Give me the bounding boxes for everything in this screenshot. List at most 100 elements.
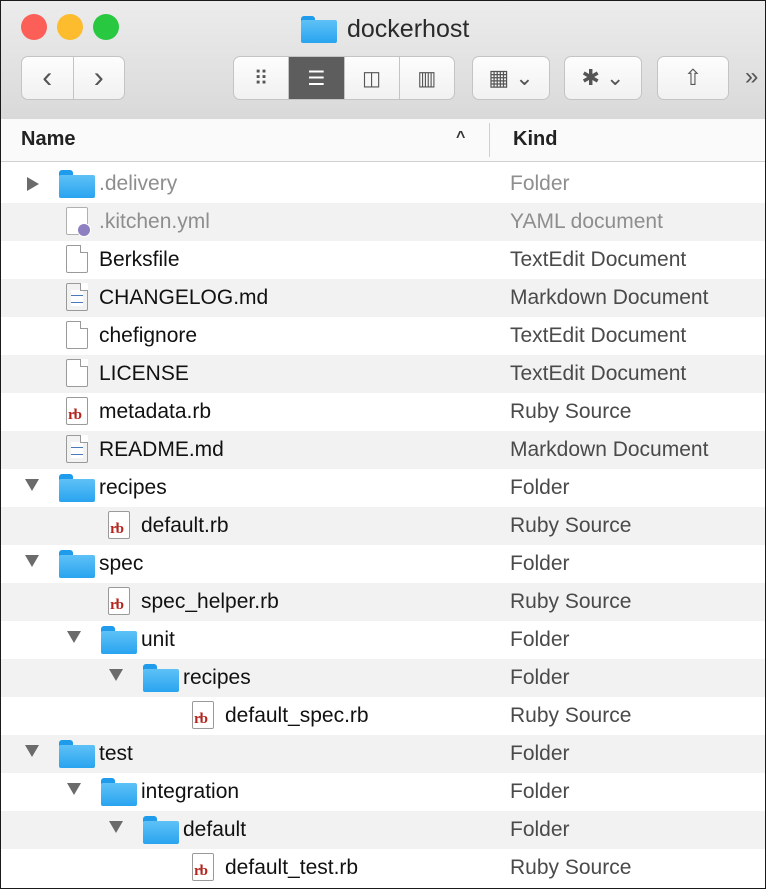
file-kind: Folder: [510, 780, 570, 803]
file-row[interactable]: README.md Markdown Document: [1, 431, 765, 469]
folder-icon: [143, 815, 179, 844]
window-title: dockerhost: [301, 9, 469, 49]
file-kind: TextEdit Document: [510, 324, 687, 347]
file-name: README.md: [99, 438, 224, 461]
file-kind: Ruby Source: [510, 590, 632, 613]
ruby-file-icon: rb: [108, 587, 130, 615]
file-kind: Ruby Source: [510, 704, 632, 727]
double-chevron-right-icon: »: [745, 63, 759, 90]
file-kind: Markdown Document: [510, 438, 709, 461]
column-divider[interactable]: [489, 123, 490, 157]
file-row[interactable]: spec Folder: [1, 545, 765, 583]
file-row[interactable]: .kitchen.yml YAML document: [1, 203, 765, 241]
file-row[interactable]: recipes Folder: [1, 659, 765, 697]
arrange-icon: ▦ ⌄: [488, 65, 534, 90]
file-kind: TextEdit Document: [510, 248, 687, 271]
column-header-kind[interactable]: Kind: [513, 128, 557, 151]
cover-flow-icon: ▥: [417, 67, 437, 90]
file-name: spec_helper.rb: [141, 590, 279, 613]
toolbar-overflow-button[interactable]: »: [745, 63, 758, 91]
minimize-button[interactable]: [57, 14, 83, 40]
arrange-button[interactable]: ▦ ⌄: [472, 56, 550, 100]
folder-icon: [143, 663, 179, 692]
chevron-right-icon: ›: [93, 61, 104, 94]
column-view-button[interactable]: ◫: [345, 57, 400, 99]
markdown-file-icon: [66, 435, 88, 463]
file-row[interactable]: rb default_test.rb Ruby Source: [1, 849, 765, 887]
sort-ascending-icon[interactable]: ^: [456, 129, 465, 147]
file-kind: Folder: [510, 628, 570, 651]
column-header-name[interactable]: Name: [21, 128, 75, 151]
ruby-file-icon: rb: [66, 397, 88, 425]
folder-icon: [301, 15, 337, 43]
file-name: .delivery: [99, 172, 178, 195]
disclosure-triangle-open-icon[interactable]: [25, 479, 39, 491]
file-row[interactable]: integration Folder: [1, 773, 765, 811]
file-kind: Ruby Source: [510, 856, 632, 879]
ruby-file-icon: rb: [108, 511, 130, 539]
file-name: spec: [99, 552, 144, 575]
file-name: chefignore: [99, 324, 198, 347]
share-button[interactable]: ⇧: [657, 56, 729, 100]
file-name: default: [183, 818, 247, 841]
file-list: .delivery Folder .kitchen.yml YAML document…: [1, 165, 765, 887]
file-row[interactable]: CHANGELOG.md Markdown Document: [1, 279, 765, 317]
file-name: default_spec.rb: [225, 704, 369, 727]
file-name: test: [99, 742, 133, 765]
file-name: integration: [141, 780, 240, 803]
file-kind: YAML document: [510, 210, 663, 233]
file-row[interactable]: chefignore TextEdit Document: [1, 317, 765, 355]
text-file-icon: [66, 359, 88, 387]
file-row[interactable]: LICENSE TextEdit Document: [1, 355, 765, 393]
chevron-left-icon: ‹: [42, 61, 53, 94]
file-row[interactable]: rb metadata.rb Ruby Source: [1, 393, 765, 431]
list-view-button[interactable]: ☰: [289, 57, 345, 99]
file-row[interactable]: default Folder: [1, 811, 765, 849]
file-name: CHANGELOG.md: [99, 286, 269, 309]
file-row[interactable]: .delivery Folder: [1, 165, 765, 203]
disclosure-triangle-closed-icon[interactable]: [27, 177, 39, 191]
file-name: .kitchen.yml: [99, 210, 210, 233]
folder-icon: [59, 739, 95, 768]
file-name: default.rb: [141, 514, 229, 537]
forward-button[interactable]: ›: [74, 57, 125, 99]
file-kind: Folder: [510, 476, 570, 499]
file-row[interactable]: rb default_spec.rb Ruby Source: [1, 697, 765, 735]
file-name: recipes: [183, 666, 251, 689]
column-view-icon: ◫: [362, 67, 382, 90]
file-kind: Folder: [510, 818, 570, 841]
disclosure-triangle-open-icon[interactable]: [109, 669, 123, 681]
disclosure-triangle-open-icon[interactable]: [67, 783, 81, 795]
disclosure-triangle-open-icon[interactable]: [67, 631, 81, 643]
window-title-text: dockerhost: [347, 14, 470, 43]
file-kind: TextEdit Document: [510, 362, 687, 385]
zoom-button[interactable]: [93, 14, 119, 40]
disclosure-triangle-open-icon[interactable]: [109, 821, 123, 833]
file-name: default_test.rb: [225, 856, 359, 879]
file-kind: Ruby Source: [510, 400, 632, 423]
file-name: recipes: [99, 476, 167, 499]
gear-icon: ✱ ⌄: [581, 65, 625, 90]
file-kind: Markdown Document: [510, 286, 709, 309]
action-button[interactable]: ✱ ⌄: [564, 56, 642, 100]
folder-icon: [101, 625, 137, 654]
disclosure-triangle-open-icon[interactable]: [25, 745, 39, 757]
file-name: Berksfile: [99, 248, 180, 271]
file-row[interactable]: Berksfile TextEdit Document: [1, 241, 765, 279]
back-button[interactable]: ‹: [22, 57, 74, 99]
icon-view-button[interactable]: ⠿: [234, 57, 290, 99]
icon-view-icon: ⠿: [253, 67, 269, 90]
file-kind: Folder: [510, 552, 570, 575]
folder-icon: [59, 169, 95, 198]
file-row[interactable]: rb default.rb Ruby Source: [1, 507, 765, 545]
disclosure-triangle-open-icon[interactable]: [25, 555, 39, 567]
markdown-file-icon: [66, 283, 88, 311]
file-row[interactable]: rb spec_helper.rb Ruby Source: [1, 583, 765, 621]
cover-flow-button[interactable]: ▥: [400, 57, 454, 99]
file-kind: Ruby Source: [510, 514, 632, 537]
folder-icon: [59, 473, 95, 502]
file-row[interactable]: recipes Folder: [1, 469, 765, 507]
file-row[interactable]: test Folder: [1, 735, 765, 773]
file-row[interactable]: unit Folder: [1, 621, 765, 659]
close-button[interactable]: [21, 14, 47, 40]
